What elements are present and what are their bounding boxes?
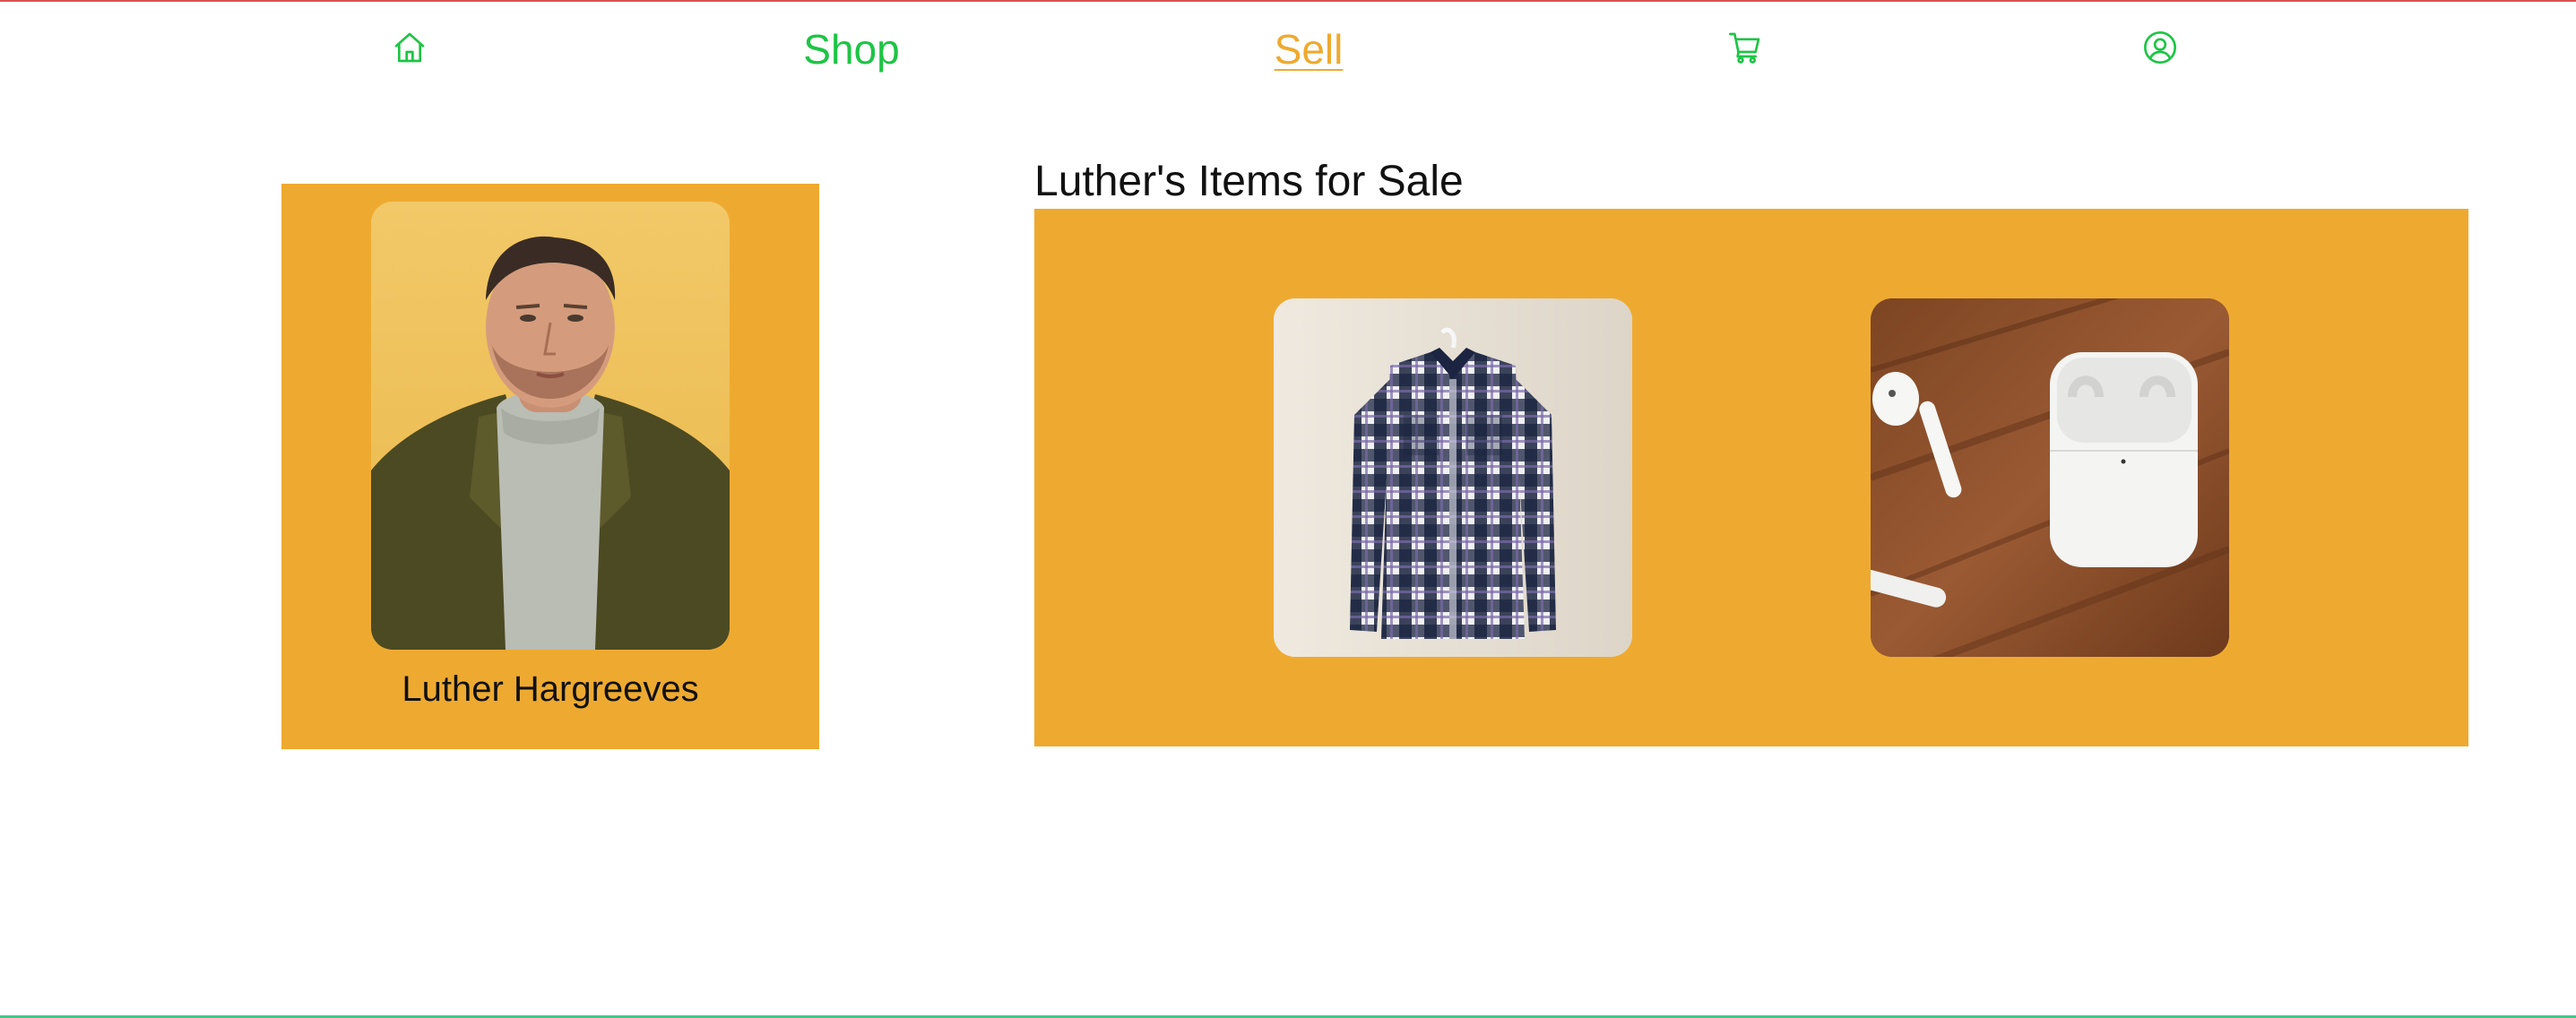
nav-sell-link[interactable]: Sell	[1264, 22, 1353, 76]
item-card-shirt[interactable]	[1274, 298, 1632, 657]
nav-cart-button[interactable]	[1721, 23, 1769, 72]
cart-icon	[1729, 32, 1760, 64]
airpods-image	[1871, 298, 2229, 657]
profile-name: Luther Hargreeves	[402, 669, 699, 709]
top-nav: Shop Sell	[0, 0, 2576, 99]
nav-home-button[interactable]	[385, 23, 434, 72]
plaid-shirt-image	[1274, 298, 1632, 657]
home-icon	[394, 32, 425, 63]
items-panel	[1034, 209, 2468, 746]
profile-portrait-image	[371, 202, 730, 650]
user-circle-icon	[2144, 31, 2176, 64]
item-card-airpods[interactable]	[1871, 298, 2229, 657]
items-heading: Luther's Items for Sale	[1034, 158, 1464, 205]
profile-photo	[371, 202, 730, 650]
nav-account-button[interactable]	[2136, 23, 2184, 72]
nav-shop-link[interactable]: Shop	[789, 22, 914, 76]
profile-card: Luther Hargreeves	[281, 184, 819, 749]
